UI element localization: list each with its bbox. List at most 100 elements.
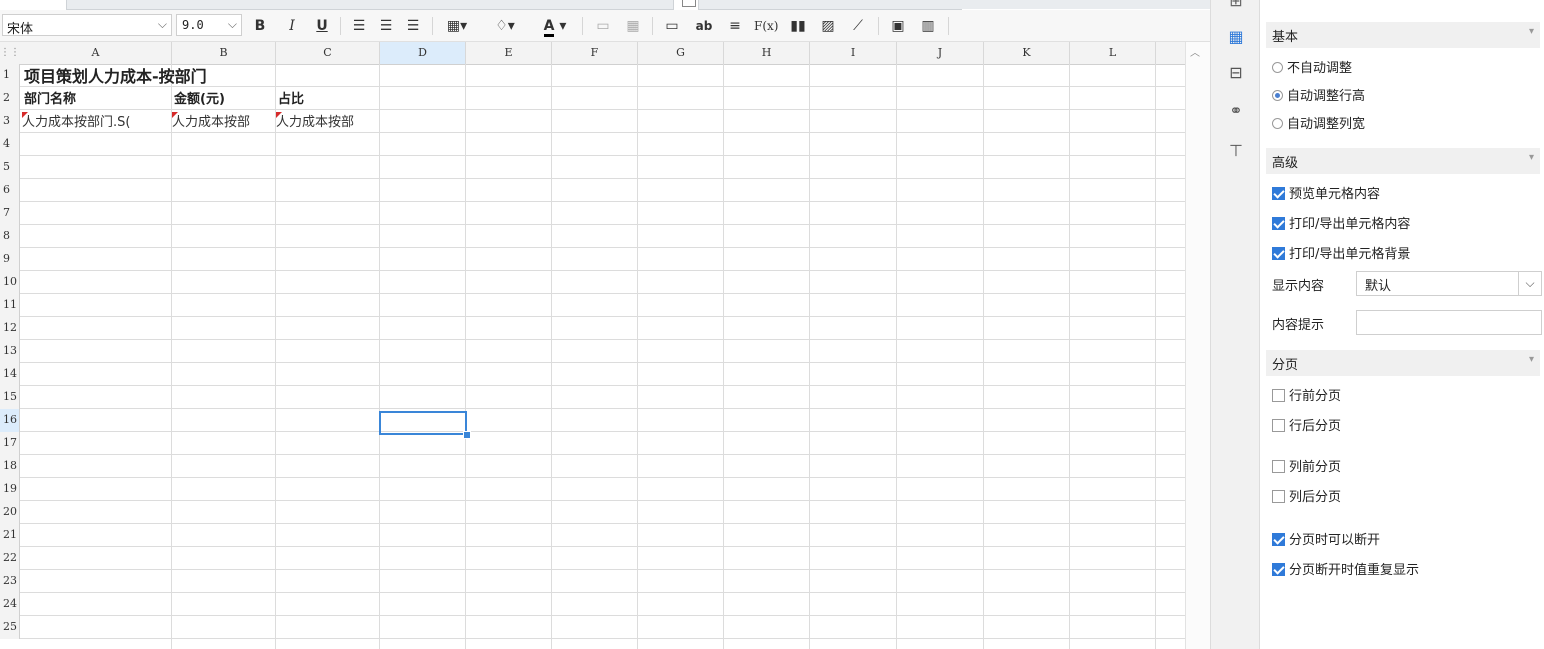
display-content-select[interactable]: 默认 ⌵ [1356,271,1542,296]
check-row-page-after[interactable]: 行后分页 [1272,416,1341,438]
column-header-e[interactable]: E [466,42,552,64]
row-header[interactable]: 2 [0,87,20,110]
align-right-icon[interactable]: ☰ [404,16,422,36]
checkbox-icon[interactable] [1272,533,1285,546]
check-row-page-before[interactable]: 行前分页 [1272,386,1341,408]
tab-left[interactable] [66,0,674,10]
column-header-d[interactable]: D [380,42,466,64]
chevron-down-icon[interactable]: ⌵ [1518,272,1541,295]
row-header[interactable]: 1 [0,64,20,87]
font-family-select[interactable]: 宋体 ⌵ [2,14,172,37]
checkbox-icon[interactable] [1272,490,1285,503]
tab-right[interactable] [960,0,1210,9]
chevron-down-icon[interactable]: ⌵ [228,17,237,32]
row-header[interactable]: 12 [0,317,20,340]
cell-b3[interactable]: 人力成本按部 [172,112,275,135]
checkbox-icon[interactable] [1272,419,1285,432]
cell-b2[interactable]: 金额(元) [174,89,274,112]
row-header[interactable]: 5 [0,156,20,179]
check-print-content[interactable]: 打印/导出单元格内容 [1272,214,1410,236]
radio-auto-col-width[interactable]: 自动调整列宽 [1272,114,1365,136]
cell-c2[interactable]: 占比 [278,89,378,112]
content-tooltip-input[interactable] [1356,310,1542,335]
column-header-k[interactable]: K [984,42,1070,64]
radio-icon[interactable] [1272,118,1283,129]
row-header[interactable]: 21 [0,524,20,547]
column-header-j[interactable]: J [897,42,984,64]
tab-icon[interactable] [682,0,696,7]
check-print-background[interactable]: 打印/导出单元格背景 [1272,244,1410,266]
cell-c3[interactable]: 人力成本按部 [276,112,379,135]
slash-icon[interactable]: ⟋ [848,16,868,36]
radio-icon[interactable] [1272,62,1283,73]
align-left-icon[interactable]: ☰ [350,16,368,36]
row-header[interactable]: 23 [0,570,20,593]
row-header[interactable]: 9 [0,248,20,271]
style-icon[interactable]: ⊟ [1225,62,1247,84]
check-repeat-on-break[interactable]: 分页断开时值重复显示 [1272,560,1419,582]
collapse-icon[interactable]: ▾ [1529,152,1534,163]
checkbox-icon[interactable] [1272,247,1285,260]
row-header[interactable]: 14 [0,363,20,386]
row-header[interactable]: 15 [0,386,20,409]
font-color-button[interactable]: A ▾ [538,16,572,37]
align-center-icon[interactable]: ☰ [377,16,395,36]
radio-no-auto[interactable]: 不自动调整 [1272,58,1352,80]
vertical-scrollbar[interactable]: ︿ [1185,42,1211,649]
row-header[interactable]: 7 [0,202,20,225]
selected-cell-d16[interactable] [379,411,467,435]
image-icon[interactable]: ▨ [818,16,838,36]
row-header[interactable]: 16 [0,409,20,432]
formula-button[interactable]: F(x) [754,16,778,36]
cell-a3[interactable]: 人力成本按部门.S( [22,112,171,135]
cell-a2[interactable]: 部门名称 [24,89,170,112]
collapse-icon[interactable]: ▾ [1529,354,1534,365]
column-header-b[interactable]: B [172,42,276,64]
row-header[interactable]: 17 [0,432,20,455]
select-all-corner[interactable]: ⋮⋮ [0,42,20,64]
checkbox-icon[interactable] [1272,460,1285,473]
column-header-l[interactable]: L [1070,42,1156,64]
table-icon[interactable]: ⊞ [1225,0,1247,12]
row-header[interactable]: 24 [0,593,20,616]
column-header-a[interactable]: A [20,42,172,64]
check-col-page-before[interactable]: 列前分页 [1272,457,1341,479]
row-header[interactable]: 22 [0,547,20,570]
scroll-up-icon[interactable]: ︿ [1190,44,1200,59]
row-header[interactable]: 6 [0,179,20,202]
radio-auto-row-height[interactable]: 自动调整行高 [1272,86,1365,108]
row-header[interactable]: 3 [0,110,20,133]
column-header-h[interactable]: H [724,42,810,64]
column-header-g[interactable]: G [638,42,724,64]
bold-button[interactable]: B [252,16,268,36]
section-basic-header[interactable]: 基本 ▾ [1266,22,1540,48]
row-header[interactable]: 10 [0,271,20,294]
merge-cell-icon[interactable]: ▭ [594,16,612,36]
section-advanced-header[interactable]: 高级 ▾ [1266,148,1540,174]
row-header[interactable]: 25 [0,616,20,639]
fill-color-icon[interactable]: ♢▾ [490,16,520,36]
check-preview-content[interactable]: 预览单元格内容 [1272,184,1380,206]
underline-button[interactable]: U [314,16,330,36]
text-field-icon[interactable]: ▭ [662,16,682,36]
check-can-break[interactable]: 分页时可以断开 [1272,530,1380,552]
checkbox-icon[interactable] [1272,217,1285,230]
frozen-icon[interactable]: ▣ [888,16,908,36]
paragraph-icon[interactable]: ≡ [726,16,744,36]
row-header[interactable]: 20 [0,501,20,524]
checkbox-icon[interactable] [1272,187,1285,200]
fill-handle[interactable] [463,431,471,439]
row-header[interactable]: 4 [0,133,20,156]
split-cell-icon[interactable]: ▦ [624,16,642,36]
row-header[interactable]: 13 [0,340,20,363]
check-col-page-after[interactable]: 列后分页 [1272,487,1341,509]
border-icon[interactable]: ▦▾ [442,16,472,36]
column-header-c[interactable]: C [276,42,380,64]
column-header-f[interactable]: F [552,42,638,64]
radio-icon[interactable] [1272,90,1283,101]
row-header[interactable]: 8 [0,225,20,248]
row-header[interactable]: 19 [0,478,20,501]
tab-middle[interactable] [698,0,962,10]
link-icon[interactable]: ⚭ [1225,100,1247,122]
chart-icon[interactable]: ▮▮ [788,16,808,36]
